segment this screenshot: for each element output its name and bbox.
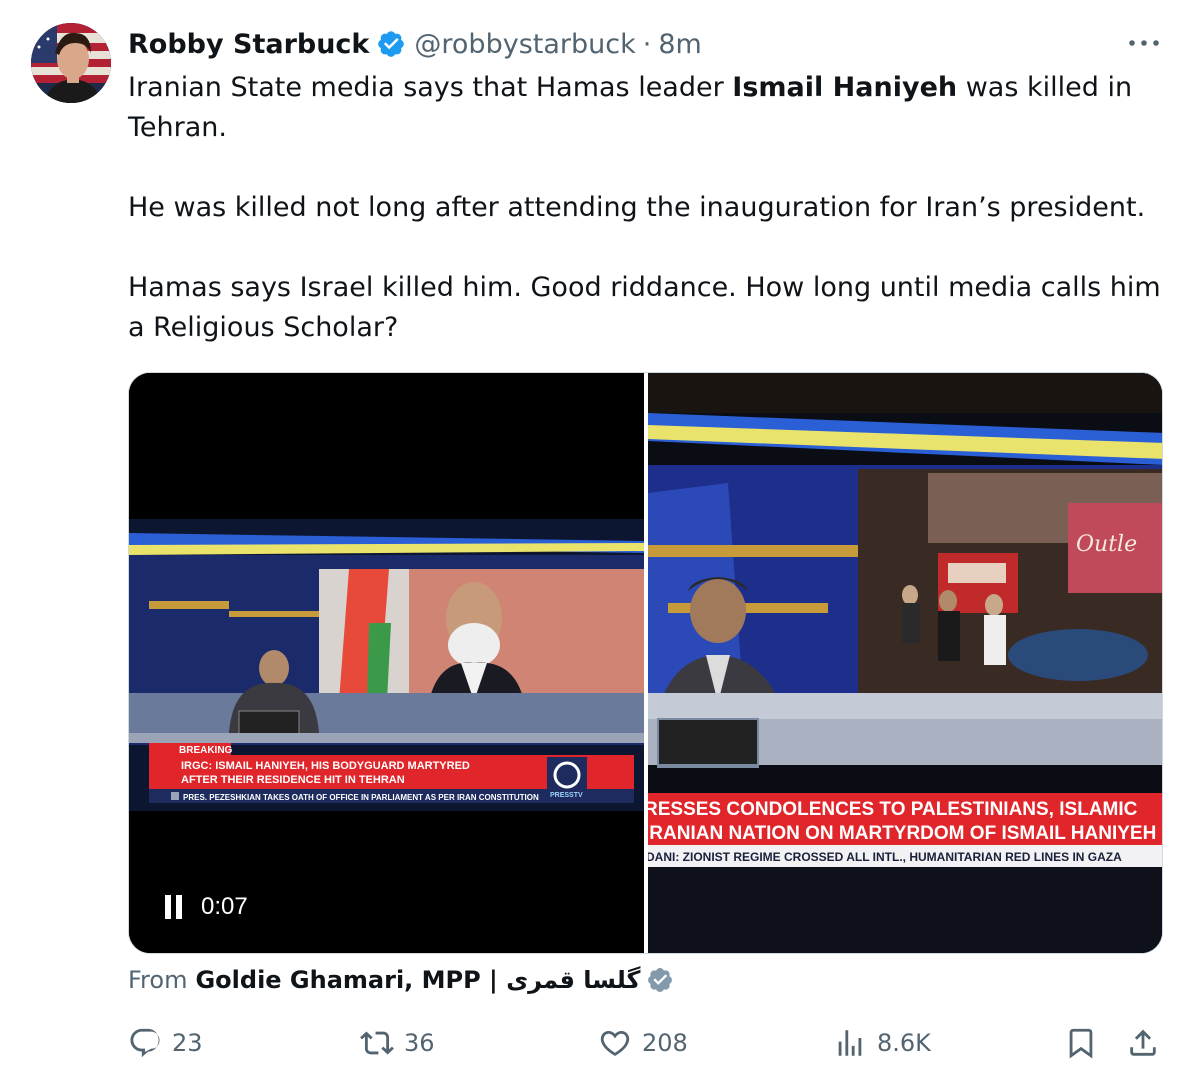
left-headline-2: AFTER THEIR RESIDENCE HIT IN TEHRAN [181,774,405,786]
repost-icon [360,1031,394,1055]
avatar[interactable] [31,23,111,103]
bookmark-button[interactable] [1064,1018,1098,1068]
video-controls: 0:07 [163,893,248,921]
action-bar: 23 36 208 8.6K [128,1018,1168,1068]
reply-count: 23 [172,1029,203,1057]
view-count: 8.6K [877,1029,931,1057]
video-player[interactable]: BREAKING IRGC: ISMAIL HANIYEH, HIS BODYG… [129,373,644,953]
source-name[interactable]: Goldie Ghamari, MPP | گلسا قمری [195,966,640,994]
repost-button[interactable]: 36 [360,1018,435,1068]
views-button[interactable]: 8.6K [833,1018,931,1068]
tweet-paragraph-1: Iranian State media says that Hamas lead… [128,72,1133,143]
bookmark-icon [1069,1028,1093,1059]
right-ticker: DANI: ZIONIST REGIME CROSSED ALL INTL., … [648,850,1122,864]
tweet-paragraph-3: Hamas says Israel killed him. Good ridda… [128,272,1161,343]
bold-name: Ismail Haniyeh [732,72,958,103]
more-horizontal-icon[interactable] [1124,28,1164,58]
tweet-paragraph-2: He was killed not long after attending t… [128,192,1146,223]
author-name[interactable]: Robby Starbuck [128,29,369,60]
media-source: From Goldie Ghamari, MPP | گلسا قمری [128,962,674,998]
author-handle[interactable]: @robbystarbuck [414,29,635,60]
verified-badge-icon[interactable] [376,29,406,59]
right-headline-2: IRANIAN NATION ON MARTYRDOM OF ISMAIL HA… [648,823,1156,844]
tweet-text: Iranian State media says that Hamas lead… [128,68,1168,348]
views-icon [838,1030,862,1056]
reply-icon [130,1028,160,1058]
sign-text: Outle [1076,532,1137,557]
media-photo[interactable]: Outle RESSES CONDOLENCES TO PALESTINIANS… [648,373,1162,953]
video-time: 0:07 [201,893,248,920]
reply-button[interactable]: 23 [128,1018,203,1068]
grey-verified-badge-icon[interactable] [646,966,674,994]
pause-icon[interactable] [163,895,183,919]
left-headline-1: IRGC: ISMAIL HANIYEH, HIS BODYGUARD MART… [181,760,470,772]
press-tv-logo: PRESSTV [550,792,583,799]
from-label: From [128,966,188,994]
share-button[interactable] [1126,1018,1160,1068]
breaking-label: BREAKING [179,745,233,756]
share-icon [1130,1029,1156,1056]
left-ticker: PRES. PEZESHKIAN TAKES OATH OF OFFICE IN… [183,793,539,802]
right-headline-1: RESSES CONDOLENCES TO PALESTINIANS, ISLA… [648,799,1138,820]
like-icon [600,1030,630,1056]
timestamp[interactable]: 8m [658,29,701,60]
tweet-header: Robby Starbuck @robbystarbuck · 8m [128,24,702,64]
media-grid[interactable]: BREAKING IRGC: ISMAIL HANIYEH, HIS BODYG… [128,372,1163,954]
like-button[interactable]: 208 [598,1018,688,1068]
repost-count: 36 [404,1029,435,1057]
like-count: 208 [642,1029,688,1057]
header-separator: · [642,28,652,60]
